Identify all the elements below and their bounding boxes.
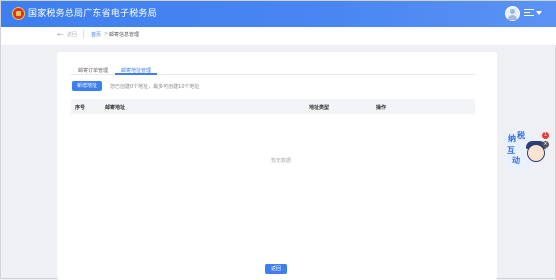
tab-order-management[interactable]: 邮寄订单管理 bbox=[78, 67, 108, 74]
breadcrumb-separator: > bbox=[104, 31, 109, 37]
user-avatar-icon[interactable] bbox=[505, 6, 520, 21]
breadcrumb-current: 邮寄信息管理 bbox=[109, 32, 140, 38]
active-tab-indicator bbox=[115, 73, 157, 75]
widget-char: 互 bbox=[507, 146, 515, 155]
menu-icon[interactable] bbox=[524, 9, 534, 18]
chevron-down-icon[interactable] bbox=[536, 11, 542, 15]
column-header-type: 地址类型 bbox=[309, 105, 330, 111]
back-arrow-icon[interactable]: ← bbox=[57, 30, 64, 39]
widget-char: 纳 bbox=[508, 134, 516, 143]
back-link[interactable]: 返回 bbox=[67, 31, 77, 38]
column-header-index: 序号 bbox=[75, 105, 86, 111]
widget-char: 动 bbox=[512, 156, 520, 165]
empty-state-text: 暂无数据 bbox=[271, 158, 292, 164]
notification-badge: 1 bbox=[542, 132, 549, 139]
breadcrumb-divider bbox=[83, 30, 84, 38]
return-button[interactable]: 返回 bbox=[265, 264, 287, 274]
add-address-button[interactable]: 新增地址 bbox=[72, 81, 102, 91]
widget-char: 税 bbox=[517, 131, 525, 140]
close-icon[interactable]: × bbox=[542, 141, 549, 148]
address-count-hint: 您已创建0个地址，最多可创建10个地址 bbox=[110, 84, 200, 90]
tax-interaction-widget[interactable]: 纳 税 互 动 bbox=[505, 131, 546, 170]
breadcrumb bbox=[1, 27, 556, 45]
site-title: 国家税务总局广东省电子税务局 bbox=[28, 9, 157, 19]
table-header bbox=[71, 99, 475, 114]
breadcrumb-home-link[interactable]: 首页 bbox=[91, 31, 101, 38]
column-header-address: 邮寄地址 bbox=[105, 105, 126, 111]
tax-emblem-icon bbox=[12, 7, 25, 20]
column-header-actions: 操作 bbox=[376, 105, 387, 111]
